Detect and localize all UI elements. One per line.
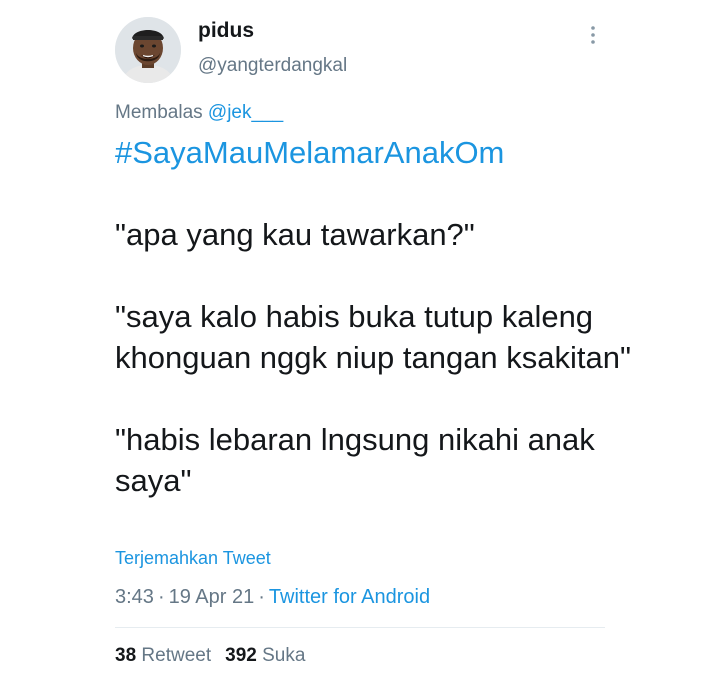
retweets-stat[interactable]: 38 Retweet [115, 645, 211, 666]
avatar-photo [115, 17, 181, 83]
replying-to-prefix: Membalas [115, 102, 208, 123]
tweet-paragraph: "apa yang kau tawarkan?" [115, 217, 475, 252]
author-display-name[interactable]: pidus [198, 19, 254, 43]
like-count: 392 [225, 645, 257, 666]
likes-stat[interactable]: 392 Suka [225, 645, 305, 666]
translate-tweet-link[interactable]: Terjemahkan Tweet [115, 548, 271, 569]
avatar[interactable] [115, 17, 181, 83]
like-label: Suka [262, 645, 306, 666]
tweet-paragraph: "saya kalo habis buka tutup kaleng khong… [115, 299, 632, 375]
meta-separator: · [157, 586, 165, 608]
retweet-label: Retweet [141, 645, 212, 666]
meta-separator: · [258, 586, 265, 608]
author-handle[interactable]: @yangterdangkal [198, 55, 347, 77]
hashtag-link[interactable]: #SayaMauMelamarAnakOm [115, 135, 504, 170]
retweet-count: 38 [115, 645, 137, 666]
tweet-text: #SayaMauMelamarAnakOm "apa yang kau tawa… [115, 132, 675, 501]
tweet-stats: 38 Retweet 392 Suka [115, 645, 305, 667]
tweet-detail: pidus @yangterdangkal Membalas @jek___ #… [0, 0, 717, 683]
replying-to: Membalas @jek___ [115, 102, 283, 124]
tweet-source-link[interactable]: Twitter for Android [269, 586, 430, 608]
replying-to-user-link[interactable]: @jek___ [208, 102, 283, 123]
tweet-date[interactable]: 19 Apr 21 [169, 586, 255, 608]
more-vertical-icon[interactable] [586, 24, 600, 46]
tweet-time[interactable]: 3:43 [115, 586, 154, 608]
tweet-metadata: 3:43 · 19 Apr 21 · Twitter for Android [115, 586, 430, 609]
divider [115, 627, 605, 628]
tweet-paragraph: "habis lebaran lngsung nikahi anak saya" [115, 422, 595, 498]
